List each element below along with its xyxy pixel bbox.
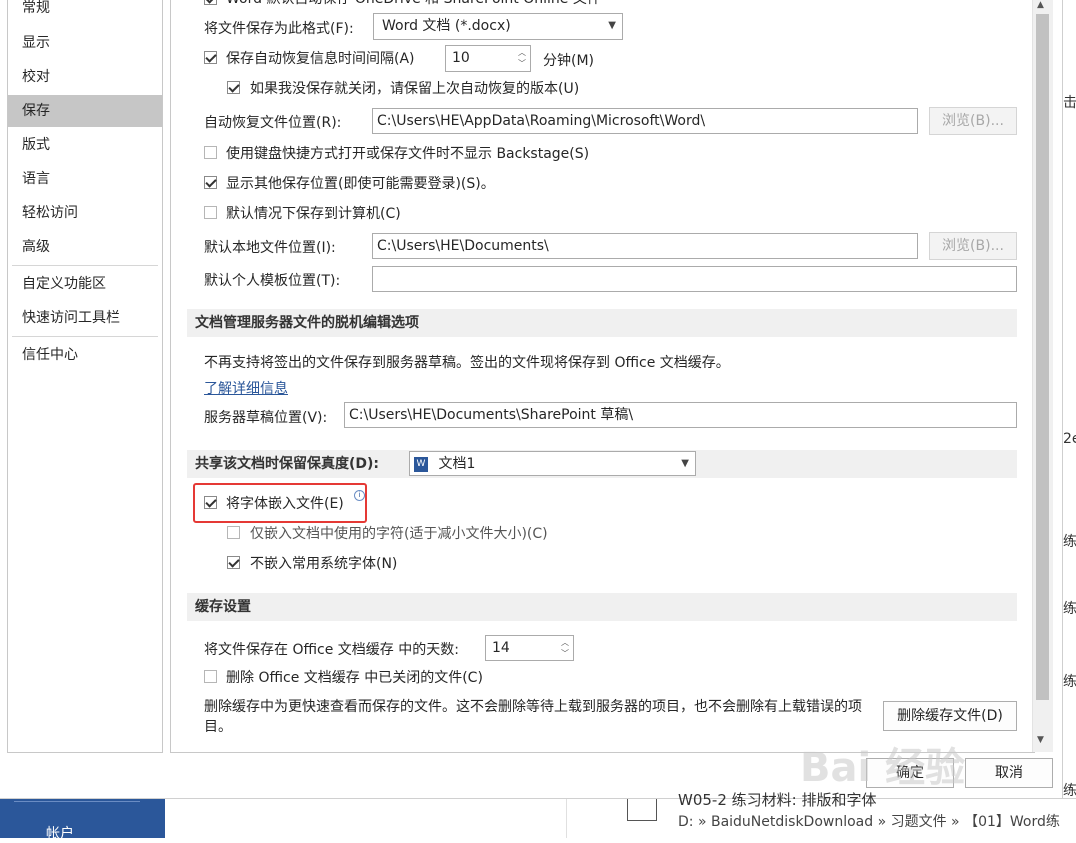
chevron-down-icon: ▼ xyxy=(681,458,689,469)
spin-up-icon[interactable]: ︿ xyxy=(559,638,571,648)
background-window-edge: 击 2e 练 练 练 练 xyxy=(1063,0,1076,798)
backstage-background: 帐户 W05-2 练习材料: 排版和字体 D: » BaiduNetdiskDo… xyxy=(0,791,1076,842)
column-divider xyxy=(566,799,567,838)
default-local-location-input[interactable]: C:\Users\HE\Documents\ xyxy=(372,233,918,259)
background-fragment: 击 xyxy=(1063,95,1076,111)
default-template-location-label: 默认个人模板位置(T): xyxy=(204,273,341,289)
nav-divider xyxy=(12,265,158,266)
nav-divider xyxy=(12,336,158,337)
fidelity-document-select[interactable]: W 文档1 ▼ xyxy=(409,451,696,476)
word-document-icon: W xyxy=(414,456,428,472)
fidelity-label: 共享该文档时保留保真度(D): xyxy=(195,456,380,472)
spin-down-icon[interactable]: ﹀ xyxy=(559,649,571,659)
background-fragment: 2e xyxy=(1063,431,1076,447)
nav-item-quick-access-toolbar[interactable]: 快速访问工具栏 xyxy=(8,302,162,334)
keep-last-version-label: 如果我没保存就关闭，请保留上次自动恢复的版本(U) xyxy=(250,81,580,97)
spin-up-icon[interactable]: ︿ xyxy=(516,48,528,58)
baidu-watermark: Bai 经验 xyxy=(800,745,966,791)
cache-days-spinner[interactable]: 14 ︿ ﹀ xyxy=(485,635,574,661)
background-fragment: 练 xyxy=(1063,674,1076,690)
cancel-button[interactable]: 取消 xyxy=(965,758,1053,788)
keep-last-version-checkbox[interactable] xyxy=(227,81,240,94)
nav-item-customize-ribbon[interactable]: 自定义功能区 xyxy=(8,268,162,300)
nav-item-advanced[interactable]: 高级 xyxy=(8,231,162,263)
document-icon xyxy=(627,799,657,821)
cache-days-value: 14 xyxy=(492,640,510,656)
chevron-down-icon: ▼ xyxy=(608,20,616,31)
browse-local-button[interactable]: 浏览(B)... xyxy=(929,232,1017,260)
nav-item-trust-center[interactable]: 信任中心 xyxy=(8,339,162,371)
sidebar-divider xyxy=(14,801,140,802)
nav-item-layout[interactable]: 版式 xyxy=(8,129,162,161)
no-common-fonts-checkbox[interactable] xyxy=(227,556,240,569)
save-options-panel: Word 默认自动保存 OneDrive 和 SharePoint Online… xyxy=(170,0,1035,753)
server-drafts-label: 服务器草稿位置(V): xyxy=(204,410,328,426)
save-format-select[interactable]: Word 文档 (*.docx) ▼ xyxy=(373,13,623,40)
nav-item-save[interactable]: 保存 xyxy=(8,95,162,127)
minutes-label: 分钟(M) xyxy=(543,53,595,69)
nav-item-display[interactable]: 显示 xyxy=(8,27,162,59)
recent-file-path: D: » BaiduNetdiskDownload » 习题文件 » 【01】W… xyxy=(678,814,1060,830)
browse-autorecover-button[interactable]: 浏览(B)... xyxy=(929,107,1017,135)
nav-item-language[interactable]: 语言 xyxy=(8,163,162,195)
scrollbar-thumb[interactable] xyxy=(1036,14,1049,700)
autorecover-checkbox[interactable] xyxy=(204,51,217,64)
save-to-computer-checkbox[interactable] xyxy=(204,206,217,219)
save-format-label: 将文件保存为此格式(F): xyxy=(204,21,354,37)
autorecover-minutes-value: 10 xyxy=(452,50,470,66)
autorecover-label: 保存自动恢复信息时间间隔(A) xyxy=(226,51,415,67)
autosave-default-checkbox[interactable] xyxy=(204,0,217,5)
cache-note: 删除缓存中为更快速查看而保存的文件。这不会删除等待上载到服务器的项目，也不会删除… xyxy=(204,699,862,735)
save-format-value: Word 文档 (*.docx) xyxy=(382,18,511,34)
background-fragment: 练 xyxy=(1063,783,1076,798)
default-local-location-label: 默认本地文件位置(I): xyxy=(204,240,336,256)
cache-section-header: 缓存设置 xyxy=(187,593,1017,621)
offline-description: 不再支持将签出的文件保存到服务器草稿。签出的文件现将保存到 Office 文档缓… xyxy=(204,355,730,371)
scroll-up-icon[interactable]: ▲ xyxy=(1037,0,1044,10)
scroll-down-icon[interactable]: ▼ xyxy=(1037,735,1044,745)
embed-used-chars-checkbox[interactable] xyxy=(227,526,240,539)
nav-item-general[interactable]: 常规 xyxy=(8,0,162,24)
delete-cache-button[interactable]: 删除缓存文件(D) xyxy=(883,701,1017,731)
cache-days-label: 将文件保存在 Office 文档缓存 中的天数: xyxy=(204,642,459,658)
autosave-default-label: Word 默认自动保存 OneDrive 和 SharePoint Online… xyxy=(226,0,601,8)
options-scrollbar[interactable]: ▲ ▼ xyxy=(1032,0,1053,752)
nav-item-accessibility[interactable]: 轻松访问 xyxy=(8,197,162,229)
autorecover-location-label: 自动恢复文件位置(R): xyxy=(204,115,342,131)
no-backstage-checkbox[interactable] xyxy=(204,146,217,159)
spin-down-icon[interactable]: ﹀ xyxy=(516,59,528,69)
save-to-computer-label: 默认情况下保存到计算机(C) xyxy=(226,206,401,222)
autorecover-location-input[interactable]: C:\Users\HE\AppData\Roaming\Microsoft\Wo… xyxy=(372,108,918,134)
fidelity-document-value: 文档1 xyxy=(438,456,476,472)
embed-used-chars-label: 仅嵌入文档中使用的字符(适于减小文件大小)(C) xyxy=(250,526,548,542)
offline-editing-section-header: 文档管理服务器文件的脱机编辑选项 xyxy=(187,309,1017,337)
nav-item-proofing[interactable]: 校对 xyxy=(8,61,162,93)
highlight-annotation-box xyxy=(193,483,367,523)
background-fragment: 练 xyxy=(1063,601,1076,617)
show-other-locations-checkbox[interactable] xyxy=(204,176,217,189)
server-drafts-input[interactable]: C:\Users\HE\Documents\SharePoint 草稿\ xyxy=(344,402,1017,428)
no-common-fonts-label: 不嵌入常用系统字体(N) xyxy=(250,556,398,572)
delete-closed-files-checkbox[interactable] xyxy=(204,670,217,683)
word-options-dialog: 常规 显示 校对 保存 版式 语言 轻松访问 高级 自定义功能区 快速访问工具栏… xyxy=(0,0,1063,798)
delete-closed-files-label: 删除 Office 文档缓存 中已关闭的文件(C) xyxy=(226,670,483,686)
autorecover-minutes-spinner[interactable]: 10 ︿ ﹀ xyxy=(445,45,531,72)
no-backstage-label: 使用键盘快捷方式打开或保存文件时不显示 Backstage(S) xyxy=(226,146,590,162)
background-fragment: 练 xyxy=(1063,534,1076,550)
options-nav: 常规 显示 校对 保存 版式 语言 轻松访问 高级 自定义功能区 快速访问工具栏… xyxy=(7,0,163,753)
learn-more-link[interactable]: 了解详细信息 xyxy=(204,378,288,398)
show-other-locations-label: 显示其他保存位置(即使可能需要登录)(S)。 xyxy=(226,176,495,192)
account-label[interactable]: 帐户 xyxy=(46,823,74,843)
backstage-sidebar: 帐户 xyxy=(0,799,165,842)
default-template-location-input[interactable] xyxy=(372,266,1017,292)
